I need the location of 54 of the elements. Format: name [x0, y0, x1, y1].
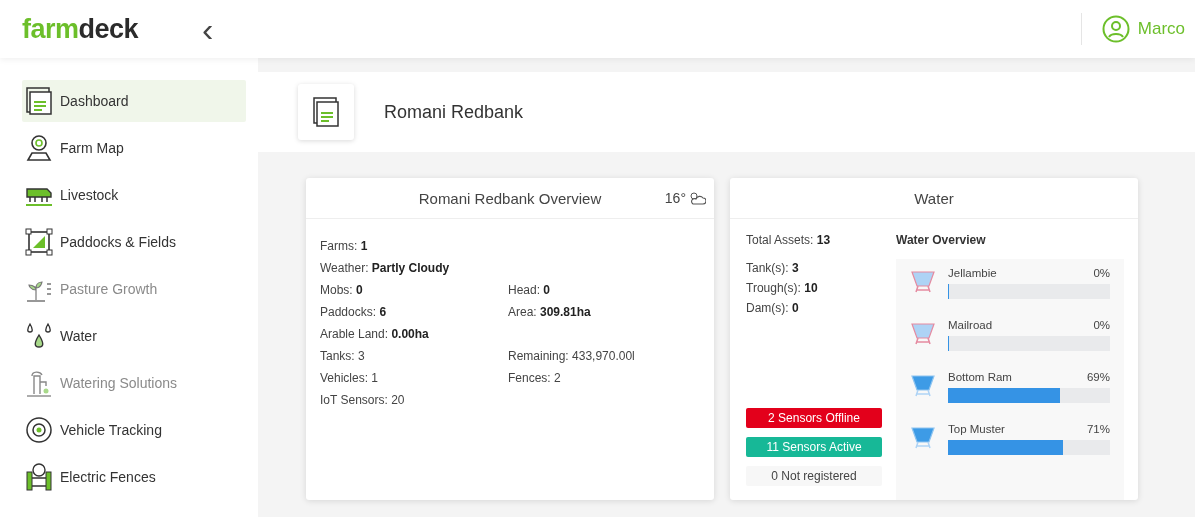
map-pin-icon — [24, 133, 54, 163]
fence-icon — [24, 462, 54, 492]
stat-text: IoT Sensors: 20 — [320, 393, 406, 407]
collapse-button[interactable]: ‹ — [198, 12, 218, 46]
sidebar-item[interactable]: Water — [22, 315, 246, 357]
sensor-status-badge: 11 Sensors Active — [746, 437, 882, 457]
trough-icon — [910, 425, 936, 451]
stat-text: Weather: Partly Cloudy — [320, 261, 451, 275]
asset-name: Bottom Ram — [948, 371, 1012, 383]
logo: farmdeck — [22, 13, 139, 45]
stat-text: Farms: 1 — [320, 239, 369, 253]
card-title: Water — [914, 189, 954, 207]
asset-name: Mailroad — [948, 319, 993, 331]
stat-text: Tank(s): 3 — [746, 261, 800, 275]
stat-text: Paddocks: 6 — [320, 305, 388, 319]
pump-icon — [24, 368, 54, 398]
stat-text: Head: 0 — [508, 283, 552, 297]
sidebar-item[interactable]: Paddocks & Fields — [22, 221, 246, 263]
stat-text: Vehicles: 1 — [320, 371, 380, 385]
sensor-status-badge: 2 Sensors Offline — [746, 408, 882, 428]
window-icon — [24, 86, 54, 116]
sidebar-item[interactable]: Vehicle Tracking — [22, 409, 246, 451]
stat-text: Dam(s): 0 — [746, 301, 800, 315]
stat-text: Fences: 2 — [508, 371, 562, 385]
cloud-sun-icon — [688, 190, 706, 206]
sidebar-item[interactable]: Electric Fences — [22, 456, 246, 498]
trough-icon — [910, 373, 936, 399]
trough-icon — [910, 321, 936, 347]
page-title: Romani Redbank — [384, 101, 524, 123]
temperature: 16° — [664, 190, 686, 206]
drops-icon — [24, 321, 54, 351]
sidebar-item[interactable]: Livestock — [22, 174, 246, 216]
window-icon — [311, 96, 341, 128]
stat-text: Tanks: 3 — [320, 349, 366, 363]
level-reading: 0% — [1093, 319, 1110, 331]
stat-text: Arable Land: 0.00ha — [320, 327, 430, 341]
asset-name: Top Muster — [948, 423, 1005, 435]
level-reading: 0% — [1093, 267, 1110, 279]
stat-text: Mobs: 0 — [320, 283, 364, 297]
square-icon — [24, 227, 54, 257]
stat-text: Area: 309.81ha — [508, 305, 592, 319]
sidebar-item[interactable]: Dashboard — [22, 80, 246, 122]
asset-name: Jellambie — [948, 267, 997, 279]
trough-icon — [910, 269, 936, 295]
section-title: Water Overview — [896, 233, 987, 247]
stat-text: Remaining: 433,970.00l — [508, 349, 636, 363]
level-reading: 69% — [1086, 371, 1110, 383]
stat-text: Total Assets: 13 — [746, 233, 832, 247]
sidebar-item[interactable]: Farm Map — [22, 127, 246, 169]
level-reading: 71% — [1086, 423, 1110, 435]
stat-text: Trough(s): 10 — [746, 281, 819, 295]
user-icon[interactable] — [1101, 15, 1130, 43]
card-title: Romani Redbank Overview — [418, 189, 602, 207]
sensor-status-badge: 0 Not registered — [746, 466, 882, 486]
